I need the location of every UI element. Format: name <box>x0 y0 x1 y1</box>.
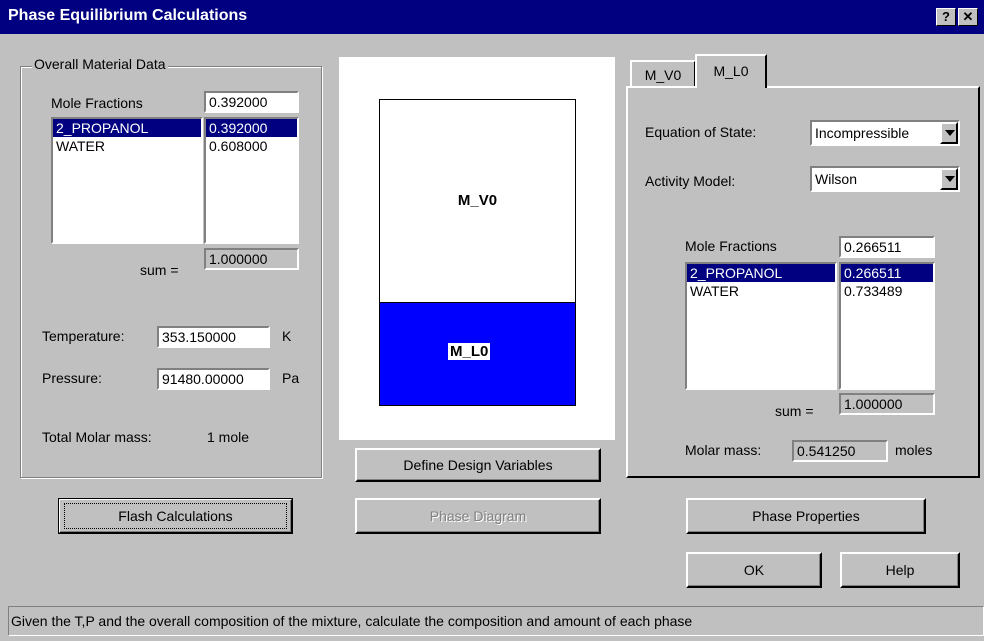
overall-material-legend: Overall Material Data <box>32 56 168 72</box>
total-molar-value: 1 mole <box>207 429 250 445</box>
list-item[interactable]: 0.733489 <box>841 282 933 300</box>
pressure-label: Pressure: <box>42 370 102 386</box>
vapor-phase-label: M_V0 <box>457 192 498 209</box>
activity-value: Wilson <box>815 171 858 187</box>
help-button[interactable]: Help <box>840 552 960 588</box>
liquid-phase-box[interactable]: M_L0 <box>379 302 576 406</box>
list-item[interactable]: 0.608000 <box>206 137 297 155</box>
eos-select[interactable]: Incompressible <box>810 120 960 146</box>
overall-fractions-list[interactable]: 0.392000 0.608000 <box>204 117 299 244</box>
phase-components-list[interactable]: 2_PROPANOL WATER <box>685 262 837 390</box>
eos-label: Equation of State: <box>645 124 757 140</box>
pressure-input[interactable]: 91480.00000 <box>157 368 270 390</box>
pressure-unit: Pa <box>282 370 300 386</box>
phase-mole-fractions-label: Mole Fractions <box>685 238 777 254</box>
overall-sum-label: sum = <box>140 262 179 278</box>
overall-mole-fractions-label: Mole Fractions <box>51 95 143 111</box>
tab-m-l0[interactable]: M_L0 <box>695 54 767 88</box>
phase-fractions-list[interactable]: 0.266511 0.733489 <box>839 262 935 390</box>
phase-sum-field: 1.000000 <box>839 393 935 415</box>
temperature-input[interactable]: 353.150000 <box>157 326 270 348</box>
total-molar-label: Total Molar mass: <box>42 429 152 445</box>
title-bar: Phase Equilibrium Calculations ? ✕ <box>0 0 984 34</box>
overall-components-list[interactable]: 2_PROPANOL WATER <box>51 117 203 244</box>
flash-calculations-button[interactable]: Flash Calculations <box>58 498 293 534</box>
vapor-phase-box[interactable]: M_V0 <box>379 99 576 303</box>
list-item[interactable]: 0.392000 <box>206 119 297 137</box>
activity-select[interactable]: Wilson <box>810 166 960 192</box>
list-item[interactable]: 0.266511 <box>841 264 933 282</box>
list-item[interactable]: 2_PROPANOL <box>687 264 835 282</box>
help-title-button[interactable]: ? <box>936 8 956 26</box>
list-item[interactable]: WATER <box>53 137 201 155</box>
list-item[interactable]: WATER <box>687 282 835 300</box>
chevron-down-icon[interactable] <box>940 168 958 190</box>
close-icon[interactable]: ✕ <box>958 8 978 26</box>
list-item[interactable]: 2_PROPANOL <box>53 119 201 137</box>
define-design-variables-button[interactable]: Define Design Variables <box>355 448 601 482</box>
ok-button[interactable]: OK <box>686 552 822 588</box>
overall-mole-fraction-field[interactable]: 0.392000 <box>204 91 299 113</box>
phase-diagram-button[interactable]: Phase Diagram <box>355 498 601 534</box>
eos-value: Incompressible <box>815 125 910 141</box>
phase-properties-button[interactable]: Phase Properties <box>686 498 926 534</box>
molar-mass-label: Molar mass: <box>685 442 762 458</box>
chevron-down-icon[interactable] <box>940 122 958 144</box>
molar-mass-field: 0.541250 <box>792 440 888 462</box>
liquid-phase-label: M_L0 <box>448 343 491 360</box>
tab-m-v0[interactable]: M_V0 <box>630 60 696 88</box>
molar-mass-unit: moles <box>895 442 933 458</box>
overall-sum-field: 1.000000 <box>204 248 299 270</box>
status-bar: Given the T,P and the overall compositio… <box>8 606 984 636</box>
activity-label: Activity Model: <box>645 173 736 189</box>
phase-mole-fraction-field[interactable]: 0.266511 <box>839 236 935 258</box>
phase-sum-label: sum = <box>775 403 814 419</box>
temperature-label: Temperature: <box>42 328 125 344</box>
focus-rect <box>64 503 287 529</box>
window-title: Phase Equilibrium Calculations <box>8 7 248 24</box>
temperature-unit: K <box>282 328 292 344</box>
